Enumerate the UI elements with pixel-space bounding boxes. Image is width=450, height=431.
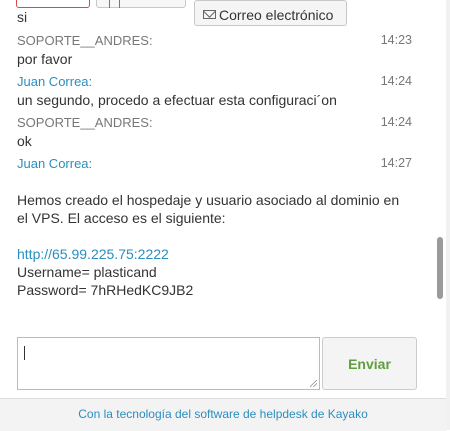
message-header: SOPORTE__ANDRES: 14:23	[17, 33, 417, 51]
message-link[interactable]: http://65.99.225.75:2222	[17, 246, 169, 262]
email-tab-label: Correo electrónico	[219, 7, 334, 23]
message-input[interactable]	[17, 337, 320, 390]
message-text: Hemos creado el hospedaje y usuario asoc…	[17, 192, 400, 208]
resize-handle-icon[interactable]	[310, 380, 317, 387]
powered-by-link[interactable]: Con la tecnología del software de helpde…	[0, 407, 446, 421]
message-text: ok	[17, 133, 32, 149]
envelope-icon	[203, 10, 216, 19]
message-text: por favor	[17, 51, 73, 67]
message-text: el VPS. El acceso es el siguiente:	[17, 210, 226, 226]
sender-name: Juan Correa:	[17, 156, 93, 171]
sender-name: SOPORTE__ANDRES:	[17, 33, 153, 48]
send-button[interactable]: Enviar	[322, 337, 417, 390]
message-text: Username= plasticand	[17, 264, 157, 280]
timestamp: 14:23	[380, 33, 412, 47]
message-text: un segundo, procedo a efectuar esta conf…	[17, 92, 337, 108]
message-header: Juan Correa: 14:27	[17, 156, 417, 174]
email-tab[interactable]: Correo electrónico	[194, 0, 347, 26]
timestamp: 14:24	[380, 74, 412, 88]
message-text: Password= 7hRHedKC9JB2	[17, 282, 194, 298]
timestamp: 14:24	[380, 115, 412, 129]
transcript-button[interactable]	[96, 0, 186, 8]
previous-message-text: si	[17, 9, 28, 25]
window-edge	[446, 0, 450, 430]
chat-transcript: SOPORTE__ANDRES: 14:23 por favor Juan Co…	[0, 28, 430, 328]
document-icon	[109, 0, 120, 8]
text-cursor	[24, 346, 25, 360]
message-header: Juan Correa: 14:24	[17, 74, 417, 92]
toolbar: Correo electrónico si	[0, 0, 450, 26]
footer: Con la tecnología del software de helpde…	[0, 398, 446, 431]
sender-name: SOPORTE__ANDRES:	[17, 115, 153, 130]
message-header: SOPORTE__ANDRES: 14:24	[17, 115, 417, 133]
timestamp: 14:27	[380, 156, 412, 170]
end-chat-button[interactable]	[16, 0, 90, 8]
sender-name: Juan Correa:	[17, 74, 93, 89]
scrollbar-thumb[interactable]	[437, 237, 443, 299]
